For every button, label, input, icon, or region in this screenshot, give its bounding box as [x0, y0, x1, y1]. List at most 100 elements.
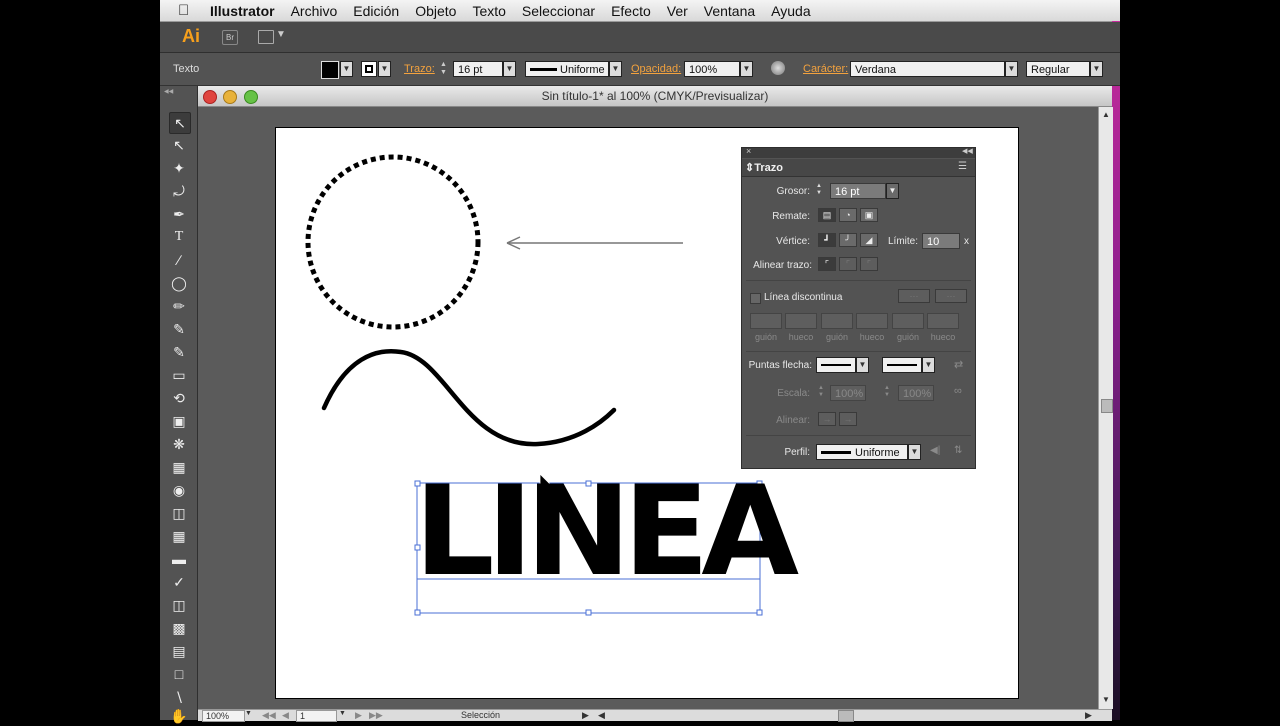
stroke-swatch[interactable] [361, 61, 377, 77]
lasso-tool-icon[interactable]: ⤾ [169, 181, 189, 201]
character-label[interactable]: Carácter: [803, 63, 848, 75]
opacity-label[interactable]: Opacidad: [631, 63, 681, 75]
arrow-tip-beyond-icon[interactable]: → [818, 412, 836, 426]
horizontal-scrollbar-thumb[interactable] [838, 710, 854, 722]
graph-tool-icon[interactable]: ▤ [169, 641, 189, 661]
scale-start-stepper[interactable]: ▲ ▼ [818, 385, 830, 399]
chevron-down-icon[interactable]: ▼ [276, 29, 286, 40]
line-tool-icon[interactable]: ∕ [169, 250, 189, 270]
close-panel-icon[interactable]: × [746, 146, 751, 156]
direct-selection-tool-icon[interactable]: ↖ [169, 135, 189, 155]
apple-icon[interactable]:  [178, 2, 194, 19]
dash-field-1[interactable] [750, 313, 782, 329]
rotate-tool-icon[interactable]: ⟲ [169, 388, 189, 408]
panel-header[interactable]: × ◀◀ [742, 146, 975, 158]
ellipse-tool-icon[interactable]: ◯ [169, 273, 189, 293]
scale-tool-icon[interactable]: ▣ [169, 411, 189, 431]
flip-along-icon[interactable]: ◀| [930, 445, 940, 456]
warp-tool-icon[interactable]: ❋ [169, 434, 189, 454]
free-transform-tool-icon[interactable]: ▦ [169, 457, 189, 477]
menu-app[interactable]: Illustrator [210, 3, 275, 19]
end-arrowhead-dropdown[interactable]: ▼ [922, 357, 935, 373]
menu-ventana[interactable]: Ventana [704, 3, 755, 19]
artboard-dropdown-icon[interactable]: ▼ [339, 710, 346, 717]
limit-field[interactable]: 10 [922, 233, 960, 249]
butt-cap-icon[interactable]: ▤ [818, 208, 836, 222]
scroll-up-icon[interactable]: ▲ [1102, 110, 1110, 119]
opacity-field[interactable]: 100% [684, 61, 740, 77]
stroke-swatch-dropdown[interactable]: ▼ [378, 61, 391, 77]
profile-dropdown[interactable]: ▼ [908, 444, 921, 460]
arrow-tip-at-end-icon[interactable]: → [839, 412, 857, 426]
font-family-dropdown[interactable]: ▼ [1005, 61, 1018, 77]
preserve-dash-icon[interactable]: ⋯ [898, 289, 930, 303]
next-artboard-icon[interactable]: ▶ [355, 710, 362, 721]
font-family-field[interactable]: Verdana [850, 61, 1005, 77]
stroke-weight-dropdown[interactable]: ▼ [503, 61, 516, 77]
scroll-right-icon[interactable]: ▶ [1085, 710, 1092, 721]
align-dash-corners-icon[interactable]: ⋯ [935, 289, 967, 303]
document-titlebar[interactable]: Sin título-1* al 100% (CMYK/Previsualiza… [198, 86, 1112, 107]
status-menu-icon[interactable]: ▶ [582, 710, 589, 721]
profile-field[interactable]: Uniforme [816, 444, 908, 460]
scale-end-field[interactable]: 100% [898, 385, 934, 401]
last-artboard-icon[interactable]: ▶▶ [369, 710, 383, 721]
scrollbar-thumb[interactable] [1101, 399, 1113, 413]
round-cap-icon[interactable]: ◔ [839, 208, 857, 222]
gap-field-3[interactable] [927, 313, 959, 329]
type-tool-icon[interactable]: T [169, 227, 189, 247]
font-style-dropdown[interactable]: ▼ [1090, 61, 1103, 77]
opacity-dropdown[interactable]: ▼ [740, 61, 753, 77]
stroke-label[interactable]: Trazo: [404, 63, 435, 75]
dashed-circle[interactable] [305, 154, 481, 330]
artboard-number-field[interactable]: 1 [296, 710, 337, 722]
menu-ver[interactable]: Ver [667, 3, 688, 19]
align-inside-icon[interactable]: ⌜ [839, 257, 857, 271]
bridge-button[interactable]: Br [222, 30, 238, 45]
gap-field-2[interactable] [856, 313, 888, 329]
scroll-down-icon[interactable]: ▼ [1102, 695, 1110, 704]
align-center-icon[interactable]: ⌜ [818, 257, 836, 271]
wave-stroke[interactable] [321, 349, 617, 447]
perspective-grid-tool-icon[interactable]: ◫ [169, 503, 189, 523]
blend-tool-icon[interactable]: ◫ [169, 595, 189, 615]
recolor-artwork-icon[interactable] [771, 61, 785, 75]
menu-seleccionar[interactable]: Seleccionar [522, 3, 595, 19]
eyedropper-tool-icon[interactable]: ✓ [169, 572, 189, 592]
menu-archivo[interactable]: Archivo [291, 3, 338, 19]
arrange-documents-icon[interactable] [258, 30, 274, 44]
weight-stepper[interactable]: ▲ ▼ [816, 183, 828, 197]
magic-wand-tool-icon[interactable]: ✦ [169, 158, 189, 178]
menu-ayuda[interactable]: Ayuda [771, 3, 810, 19]
slice-tool-icon[interactable]: ∖ [169, 687, 189, 707]
scale-end-stepper[interactable]: ▲ ▼ [884, 385, 896, 399]
vertical-scrollbar[interactable]: ▲ ▼ [1098, 107, 1113, 709]
hand-tool-icon[interactable]: ✋ [169, 706, 189, 726]
tab-stroke[interactable]: ⇕Trazo [745, 161, 783, 174]
weight-dropdown[interactable]: ▼ [886, 183, 899, 199]
shape-builder-tool-icon[interactable]: ◉ [169, 480, 189, 500]
dashed-line-checkbox[interactable] [750, 293, 761, 304]
zoom-window-icon[interactable] [244, 90, 258, 104]
zoom-field[interactable]: 100% [202, 710, 245, 722]
zoom-dropdown-icon[interactable]: ▼ [245, 710, 252, 717]
menu-efecto[interactable]: Efecto [611, 3, 651, 19]
start-arrowhead-field[interactable] [816, 357, 856, 373]
variable-width-profile[interactable]: Uniforme [525, 61, 609, 77]
menu-objeto[interactable]: Objeto [415, 3, 456, 19]
selection-tool-icon[interactable]: ↖ [169, 112, 191, 134]
projecting-cap-icon[interactable]: ▣ [860, 208, 878, 222]
profile-dropdown[interactable]: ▼ [609, 61, 622, 77]
link-scale-icon[interactable]: ∞ [954, 385, 962, 397]
bevel-join-icon[interactable]: ◢ [860, 233, 878, 247]
start-arrowhead-dropdown[interactable]: ▼ [856, 357, 869, 373]
artboard-tool-icon[interactable]: □ [169, 664, 189, 684]
fill-swatch[interactable] [321, 61, 339, 79]
flip-across-icon[interactable]: ⇅ [954, 445, 962, 456]
symbol-sprayer-tool-icon[interactable]: ▩ [169, 618, 189, 638]
end-arrowhead-field[interactable] [882, 357, 922, 373]
linea-artwork-text[interactable]: LINEA [414, 470, 799, 594]
stroke-weight-field[interactable]: 16 pt [453, 61, 503, 77]
mesh-tool-icon[interactable]: ▦ [169, 526, 189, 546]
dash-field-2[interactable] [821, 313, 853, 329]
